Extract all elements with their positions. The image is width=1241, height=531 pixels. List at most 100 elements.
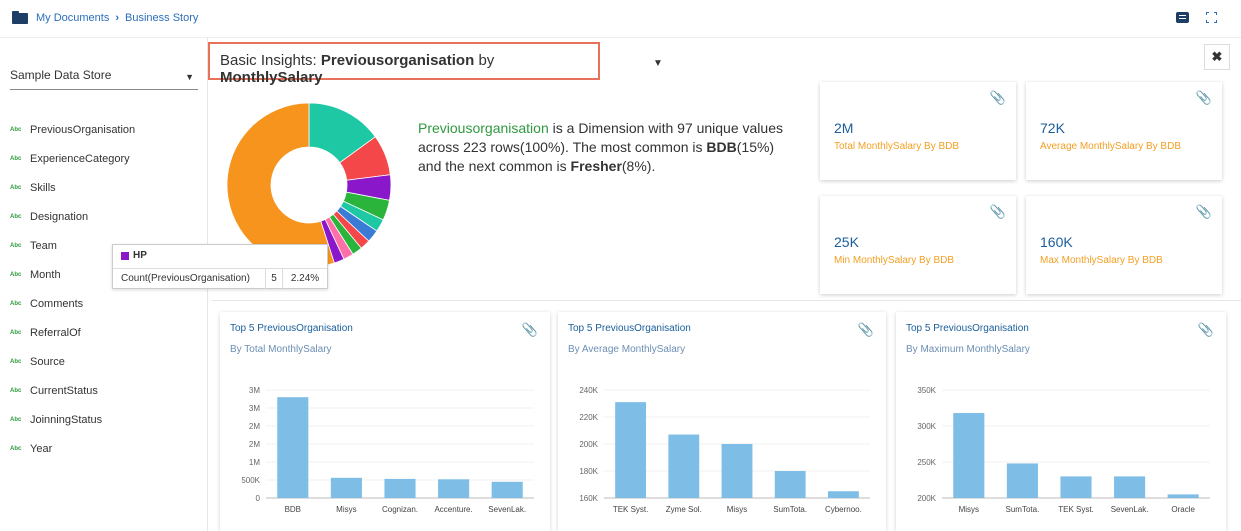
- kpi-value: 2M: [834, 120, 854, 136]
- sidebar-field-label: Month: [30, 269, 61, 281]
- y-tick-label: 300K: [917, 422, 936, 431]
- y-tick-label: 250K: [917, 458, 936, 467]
- y-tick-label: 220K: [579, 413, 598, 422]
- tooltip-row: Count(PreviousOrganisation) 5 2.24%: [113, 268, 327, 289]
- sidebar-field[interactable]: Abc Source: [10, 355, 65, 369]
- bar[interactable]: [827, 491, 859, 498]
- insight-top2: Fresher: [570, 158, 622, 174]
- measure-dropdown-icon[interactable]: ▼: [653, 58, 663, 69]
- tooltip-count: 5: [266, 268, 283, 289]
- tooltip-pct: 2.24%: [290, 273, 320, 284]
- bar[interactable]: [330, 477, 362, 498]
- tooltip-name: HP: [133, 250, 147, 261]
- y-tick-label: 3M: [249, 386, 260, 395]
- page-title[interactable]: Basic Insights: Previousorganisation by …: [208, 42, 600, 86]
- sidebar-field-label: Team: [30, 240, 57, 252]
- sidebar-field-label: Source: [30, 356, 65, 368]
- sidebar-field[interactable]: Abc Team: [10, 239, 57, 253]
- abc-icon: Abc: [10, 272, 22, 278]
- breadcrumb-root[interactable]: My Documents: [36, 12, 109, 24]
- bar[interactable]: [721, 444, 753, 498]
- sidebar-field-label: Year: [30, 443, 53, 455]
- sidebar-field[interactable]: Abc Comments: [10, 297, 83, 311]
- bar-chart[interactable]: 160K 180K 200K 220K 240K TEK Syst. Zyme Sol. Mi…: [558, 312, 886, 531]
- bar[interactable]: [491, 481, 523, 498]
- x-tick-label: Zyme Sol.: [666, 505, 702, 514]
- bar[interactable]: [1167, 494, 1199, 498]
- bar[interactable]: [668, 434, 700, 498]
- section-divider: [212, 300, 1241, 301]
- abc-icon: Abc: [10, 127, 22, 133]
- attach-icon[interactable]: 📎: [1196, 204, 1212, 220]
- insight-dimension: Previousorganisation: [418, 120, 549, 136]
- abc-icon: Abc: [10, 446, 22, 452]
- bar[interactable]: [1006, 463, 1038, 498]
- comment-icon[interactable]: [1176, 12, 1189, 23]
- bar-chart[interactable]: 0 500K 1M 2M 2M 3M 3M BDB Misys Cognizan. Accentur…: [220, 312, 550, 531]
- y-tick-label: 200K: [579, 440, 598, 449]
- title-measure: MonthlySalary: [220, 69, 323, 86]
- tooltip-swatch: [121, 252, 129, 260]
- bar[interactable]: [774, 471, 806, 498]
- x-tick-label: SevenLak.: [1111, 505, 1149, 514]
- x-tick-label: TEK Syst.: [1058, 505, 1094, 514]
- sidebar-field[interactable]: Abc ExperienceCategory: [10, 152, 130, 166]
- kpi-label: Average MonthlySalary By BDB: [1040, 141, 1181, 152]
- bar[interactable]: [1114, 476, 1146, 498]
- sidebar-field-label: CurrentStatus: [30, 385, 98, 397]
- x-tick-label: Misys: [336, 505, 356, 514]
- attach-icon[interactable]: 📎: [1196, 90, 1212, 106]
- bar[interactable]: [384, 478, 416, 498]
- tooltip-label: Count(PreviousOrganisation): [113, 268, 266, 289]
- x-tick-label: BDB: [285, 505, 301, 514]
- bar-chart[interactable]: 200K 250K 300K 350K Misys SumTota. TEK Syst. Se…: [896, 312, 1226, 531]
- sidebar-field-label: ReferralOf: [30, 327, 81, 339]
- folder-icon: [12, 10, 28, 24]
- sidebar-field[interactable]: Abc Year: [10, 442, 52, 456]
- insight-part3: (8%).: [621, 158, 656, 174]
- y-tick-label: 240K: [579, 386, 598, 395]
- top-bar: My Documents › Business Story: [0, 0, 1241, 38]
- chevron-down-icon[interactable]: ▼: [185, 72, 194, 82]
- abc-icon: Abc: [10, 359, 22, 365]
- bar[interactable]: [438, 479, 470, 498]
- x-tick-label: Accenture.: [434, 505, 472, 514]
- abc-icon: Abc: [10, 330, 22, 336]
- attach-icon[interactable]: 📎: [990, 204, 1006, 220]
- chart-card: Top 5 PreviousOrganisation By Average Mo…: [558, 312, 886, 531]
- abc-icon: Abc: [10, 156, 22, 162]
- bar[interactable]: [277, 397, 309, 498]
- abc-icon: Abc: [10, 388, 22, 394]
- attach-icon[interactable]: 📎: [990, 90, 1006, 106]
- sidebar-field[interactable]: Abc Designation: [10, 210, 88, 224]
- sidebar-field-label: ExperienceCategory: [30, 153, 130, 165]
- close-button[interactable]: ✖: [1204, 44, 1230, 70]
- data-store-select[interactable]: Sample Data Store ▼: [10, 68, 198, 90]
- sidebar-field[interactable]: Abc Skills: [10, 181, 56, 195]
- sidebar-field[interactable]: Abc JoinningStatus: [10, 413, 102, 427]
- bar[interactable]: [953, 413, 985, 498]
- sidebar-field[interactable]: Abc ReferralOf: [10, 326, 81, 340]
- x-tick-label: TEK Syst.: [613, 505, 649, 514]
- bar[interactable]: [1060, 476, 1092, 498]
- chart-tooltip: HP Count(PreviousOrganisation) 5 2.24%: [112, 244, 328, 289]
- y-tick-label: 0: [256, 494, 261, 503]
- breadcrumb: My Documents › Business Story: [12, 10, 198, 24]
- breadcrumb-current[interactable]: Business Story: [125, 12, 198, 24]
- fullscreen-icon[interactable]: [1206, 12, 1217, 23]
- sidebar-field-label: PreviousOrganisation: [30, 124, 136, 136]
- sidebar-field[interactable]: Abc PreviousOrganisation: [10, 123, 135, 137]
- sidebar-field-label: Designation: [30, 211, 89, 223]
- kpi-card: 📎 2M Total MonthlySalary By BDB: [820, 82, 1016, 180]
- sidebar-field[interactable]: Abc CurrentStatus: [10, 384, 98, 398]
- data-store-value: Sample Data Store: [10, 68, 112, 82]
- kpi-card: 📎 25K Min MonthlySalary By BDB: [820, 196, 1016, 294]
- bar[interactable]: [615, 402, 647, 498]
- sidebar-field[interactable]: Abc Month: [10, 268, 61, 282]
- kpi-card: 📎 160K Max MonthlySalary By BDB: [1026, 196, 1222, 294]
- sidebar-field-label: Comments: [30, 298, 84, 310]
- x-tick-label: Misys: [727, 505, 747, 514]
- chart-card: Top 5 PreviousOrganisation By Maximum Mo…: [896, 312, 1226, 531]
- kpi-value: 25K: [834, 234, 859, 250]
- y-tick-label: 180K: [579, 467, 598, 476]
